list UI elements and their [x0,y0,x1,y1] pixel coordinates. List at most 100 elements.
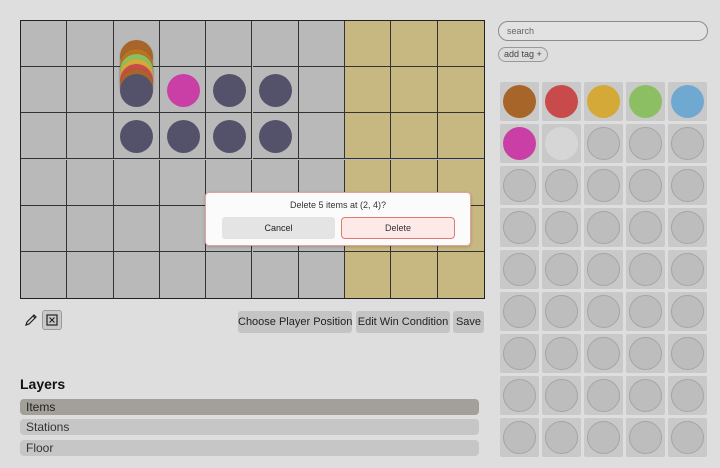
choose-player-position-button[interactable]: Choose Player Position [238,311,352,333]
palette-swatch[interactable] [545,127,578,160]
item-token[interactable] [212,73,246,107]
palette-cell[interactable] [626,292,665,331]
eraser-icon[interactable] [42,310,62,330]
board-cell[interactable] [391,21,438,68]
board-cell[interactable] [21,67,68,114]
board-cell[interactable] [67,67,114,114]
board-cell[interactable] [299,251,346,298]
palette-cell[interactable] [542,82,581,121]
board-cell[interactable] [437,113,484,160]
board-cell[interactable] [298,67,346,114]
cancel-button[interactable]: Cancel [222,217,335,239]
layer-items[interactable]: Items [20,399,479,415]
item-token[interactable] [259,119,293,153]
palette-swatch[interactable] [503,169,536,202]
board-cell[interactable] [159,159,207,206]
palette-cell[interactable] [542,166,581,205]
board-cell[interactable] [206,251,253,298]
palette-swatch[interactable] [671,379,704,412]
palette-swatch[interactable] [587,169,620,202]
palette-swatch[interactable] [629,85,662,118]
palette-swatch[interactable] [503,253,536,286]
board-cell[interactable] [391,251,438,298]
palette-swatch[interactable] [629,127,662,160]
palette-swatch[interactable] [545,253,578,286]
palette-cell[interactable] [584,124,623,163]
palette-swatch[interactable] [545,169,578,202]
palette-swatch[interactable] [629,337,662,370]
palette-cell[interactable] [668,124,707,163]
palette-swatch[interactable] [503,295,536,328]
board-cell[interactable] [437,251,484,298]
item-token[interactable] [259,73,293,107]
palette-cell[interactable] [500,418,539,457]
palette-swatch[interactable] [629,295,662,328]
palette-swatch[interactable] [671,169,704,202]
palette-cell[interactable] [626,334,665,373]
palette-swatch[interactable] [629,211,662,244]
palette-cell[interactable] [668,166,707,205]
palette-swatch[interactable] [587,295,620,328]
palette-cell[interactable] [626,166,665,205]
board-cell[interactable] [21,21,68,68]
board-cell[interactable] [345,113,392,160]
palette-cell[interactable] [626,124,665,163]
board-cell[interactable] [159,205,207,252]
board-cell[interactable] [391,113,438,160]
board-cell[interactable] [67,205,114,252]
save-button[interactable]: Save [453,311,484,333]
palette-swatch[interactable] [671,421,704,454]
palette-cell[interactable] [584,334,623,373]
edit-win-condition-button[interactable]: Edit Win Condition [356,311,450,333]
palette-cell[interactable] [626,376,665,415]
board-cell[interactable] [67,159,114,206]
palette-cell[interactable] [542,250,581,289]
palette-cell[interactable] [500,166,539,205]
palette-swatch[interactable] [671,211,704,244]
palette-cell[interactable] [542,292,581,331]
palette-cell[interactable] [626,208,665,247]
palette-cell[interactable] [584,82,623,121]
delete-button[interactable]: Delete [341,217,455,239]
palette-swatch[interactable] [545,85,578,118]
palette-swatch[interactable] [545,421,578,454]
palette-swatch[interactable] [503,211,536,244]
palette-cell[interactable] [626,82,665,121]
board-cell[interactable] [252,21,299,68]
board-cell[interactable] [21,251,68,298]
palette-swatch[interactable] [587,211,620,244]
palette-cell[interactable] [500,82,539,121]
palette-swatch[interactable] [587,379,620,412]
item-token[interactable] [166,73,200,107]
palette-swatch[interactable] [629,379,662,412]
palette-swatch[interactable] [587,253,620,286]
palette-swatch[interactable] [503,127,536,160]
item-token[interactable] [166,119,200,153]
search-input[interactable] [498,21,708,41]
game-board[interactable] [20,20,485,299]
board-cell[interactable] [67,113,114,160]
board-cell[interactable] [298,113,346,160]
pencil-icon[interactable] [21,310,41,330]
palette-cell[interactable] [668,418,707,457]
palette-cell[interactable] [500,334,539,373]
board-cell[interactable] [345,21,392,68]
layer-floor[interactable]: Floor [20,440,479,456]
palette-swatch[interactable] [671,127,704,160]
board-cell[interactable] [345,67,392,114]
palette-cell[interactable] [584,166,623,205]
palette-swatch[interactable] [503,337,536,370]
add-tag-button[interactable]: add tag + [498,47,548,62]
palette-swatch[interactable] [503,85,536,118]
palette-swatch[interactable] [587,421,620,454]
item-token[interactable] [120,73,154,107]
board-cell[interactable] [67,21,114,68]
palette-swatch[interactable] [671,253,704,286]
palette-cell[interactable] [668,208,707,247]
board-cell[interactable] [298,21,346,68]
palette-swatch[interactable] [587,127,620,160]
palette-swatch[interactable] [671,337,704,370]
palette-cell[interactable] [500,124,539,163]
palette-cell[interactable] [668,82,707,121]
board-cell[interactable] [21,205,68,252]
